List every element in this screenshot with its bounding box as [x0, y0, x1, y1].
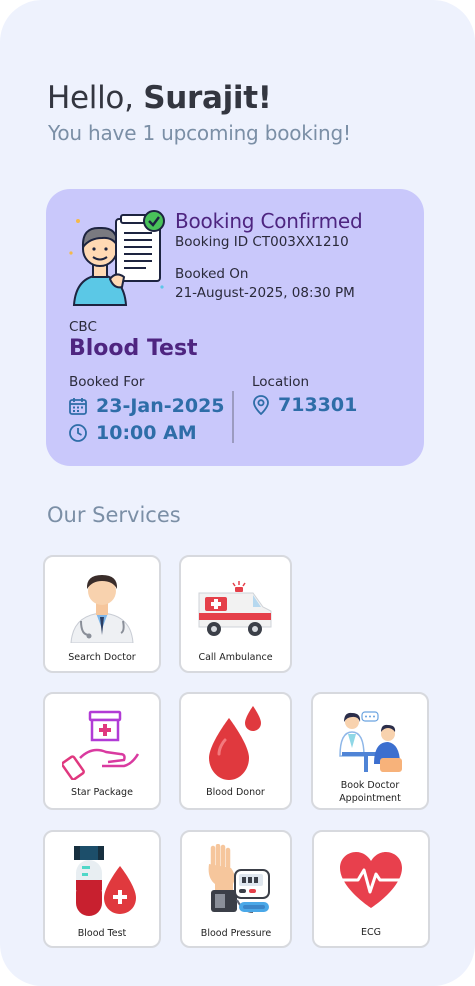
service-search-doctor[interactable]: Search Doctor	[43, 555, 161, 673]
heart-ecg-icon	[340, 852, 402, 908]
app-screen: Hello, Surajit! You have 1 upcoming book…	[0, 0, 475, 986]
bp-monitor-icon	[208, 844, 270, 913]
greeting-hello: Hello,	[47, 80, 144, 116]
service-blood-test[interactable]: Blood Test	[43, 830, 161, 948]
booked-on-label: Booked On	[175, 266, 249, 282]
service-star-package[interactable]: Star Package	[43, 692, 161, 810]
booking-card[interactable]: Booking Confirmed Booking ID CT003XX1210…	[46, 189, 424, 466]
card-divider	[232, 391, 234, 443]
location-pin-icon	[253, 395, 269, 415]
calendar-icon	[69, 398, 87, 415]
booking-time: 10:00 AM	[96, 422, 197, 444]
location-row: 713301	[252, 394, 357, 416]
booking-date-row: 23-Jan-2025	[68, 395, 225, 417]
service-book-appointment[interactable]: Book Doctor Appointment	[311, 692, 429, 810]
service-label: Blood Test	[77, 928, 127, 939]
test-tube-icon	[74, 846, 136, 916]
booked-for-label: Booked For	[69, 374, 145, 390]
location-value: 713301	[278, 394, 358, 416]
service-label: Search Doctor	[68, 652, 136, 663]
booking-id: Booking ID CT003XX1210	[175, 234, 349, 250]
service-blood-donor[interactable]: Blood Donor	[179, 692, 292, 810]
ambulance-icon	[198, 581, 271, 636]
doctor-icon	[70, 575, 134, 643]
package-hand-icon	[62, 710, 140, 780]
greeting-username: Surajit!	[143, 80, 272, 116]
service-label: Star Package	[71, 787, 133, 798]
booking-status: Booking Confirmed	[175, 209, 363, 233]
service-ecg[interactable]: ECG	[312, 830, 430, 948]
clock-icon	[69, 424, 87, 442]
services-title: Our Services	[47, 503, 181, 527]
location-label: Location	[252, 374, 310, 390]
service-label: Book Doctor Appointment	[339, 780, 401, 804]
booked-on-value: 21-August-2025, 08:30 PM	[175, 285, 355, 301]
greeting-subtitle: You have 1 upcoming booking!	[48, 121, 351, 145]
service-call-ambulance[interactable]: Call Ambulance	[179, 555, 292, 673]
service-blood-pressure[interactable]: Blood Pressure	[180, 830, 292, 948]
service-label: ECG	[361, 927, 381, 938]
consultation-icon	[339, 711, 402, 772]
booking-date: 23-Jan-2025	[96, 395, 225, 417]
booking-time-row: 10:00 AM	[68, 422, 197, 444]
service-label: Blood Donor	[206, 787, 265, 798]
service-label: Call Ambulance	[198, 652, 273, 663]
service-label: Blood Pressure	[200, 928, 272, 939]
patient-report-icon	[69, 210, 165, 306]
test-category: CBC	[69, 319, 97, 335]
greeting-heading: Hello, Surajit!	[47, 80, 272, 116]
test-name: Blood Test	[69, 336, 198, 361]
blood-drop-icon	[208, 706, 261, 780]
